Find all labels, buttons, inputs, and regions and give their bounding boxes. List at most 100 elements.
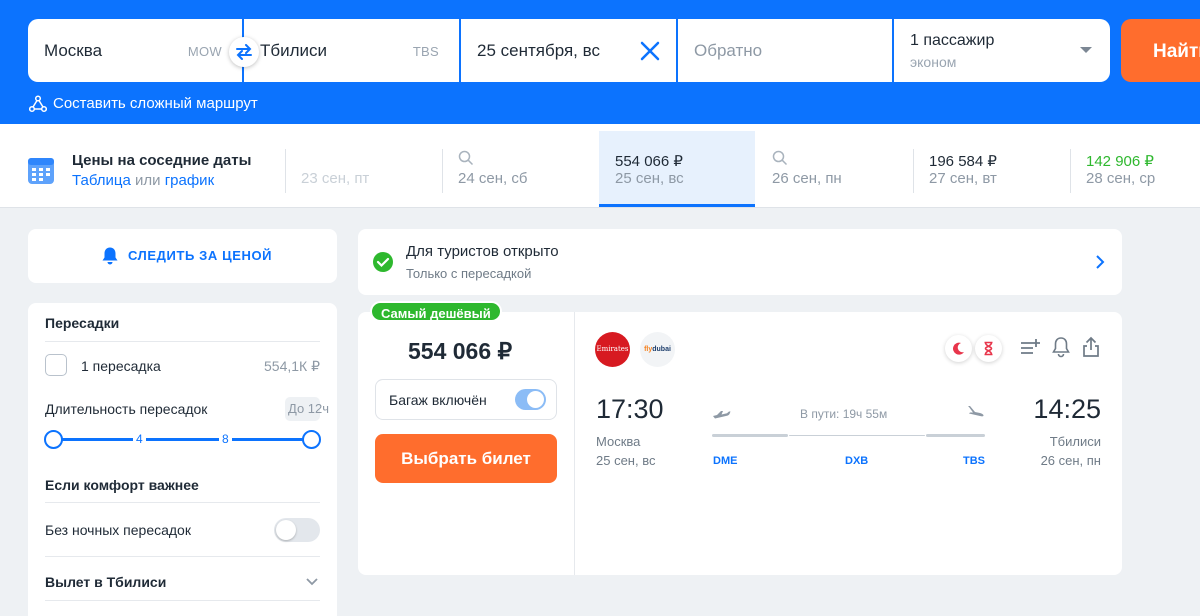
date-price: 142 906 ₽ xyxy=(1086,153,1154,170)
slider-tick-8: 8 xyxy=(219,432,232,446)
date-option-24[interactable]: 24 сен, сб xyxy=(442,131,598,207)
one-stop-label: 1 пересадка xyxy=(81,358,161,374)
cabin-class: эконом xyxy=(910,54,957,70)
toggle-knob xyxy=(276,520,296,540)
one-stop-price: 554,1К ₽ xyxy=(264,358,320,374)
divider xyxy=(442,149,443,193)
passengers-select[interactable]: 1 пассажир эконом xyxy=(894,19,1110,82)
find-button[interactable]: Найти xyxy=(1121,19,1200,82)
chart-link[interactable]: график xyxy=(165,172,214,189)
divider xyxy=(285,149,286,193)
arrival-airport-code[interactable]: TBS xyxy=(963,455,985,467)
departure-date-field[interactable]: 25 сентября, вс xyxy=(461,19,676,82)
ticket-price: 554 066 ₽ xyxy=(408,338,513,364)
stops-title: Пересадки xyxy=(45,315,120,331)
bell-icon[interactable] xyxy=(1051,336,1071,358)
add-to-list-icon[interactable] xyxy=(1020,336,1042,358)
arrival-time: 14:25 xyxy=(1033,394,1101,424)
passengers-count: 1 пассажир xyxy=(910,32,995,49)
departure-airport-code[interactable]: DME xyxy=(713,455,737,467)
date-label: 28 сен, ср xyxy=(1086,170,1156,187)
swap-button[interactable] xyxy=(229,37,259,67)
duration-value-chip: До 12ч xyxy=(285,397,329,421)
toggle-knob xyxy=(527,391,544,408)
no-night-stops-toggle[interactable] xyxy=(274,518,320,542)
divider xyxy=(1070,149,1071,193)
slider-tick-4: 4 xyxy=(133,432,146,446)
departure-filter-title[interactable]: Вылет в Тбилиси xyxy=(45,574,166,590)
travel-notice[interactable]: Для туристов открыто Только с пересадкой xyxy=(358,229,1122,295)
night-flight-badge xyxy=(945,335,972,362)
origin-iata: MOW xyxy=(187,44,222,59)
layover-airport-code[interactable]: DXB xyxy=(845,455,868,467)
return-date-placeholder: Обратно xyxy=(694,41,763,60)
follow-price-button[interactable]: СЛЕДИТЬ ЗА ЦЕНОЙ xyxy=(28,229,337,283)
cheapest-badge: Самый дешёвый xyxy=(370,301,502,322)
check-circle-icon xyxy=(373,252,393,272)
divider xyxy=(45,341,320,342)
notice-title: Для туристов открыто xyxy=(406,243,559,260)
date-price: 554 066 ₽ xyxy=(615,153,683,170)
follow-price-label: СЛЕДИТЬ ЗА ЦЕНОЙ xyxy=(128,248,273,263)
arrival-date: 26 сен, пн xyxy=(1040,453,1101,468)
departure-time: 17:30 xyxy=(596,394,664,424)
table-link[interactable]: Таблица xyxy=(72,172,131,189)
calendar-icon xyxy=(28,158,54,184)
chevron-right-icon xyxy=(1096,255,1105,269)
divider xyxy=(45,556,320,557)
duration-slider-max-handle[interactable] xyxy=(302,430,321,449)
flydubai-logo-part: dubai xyxy=(652,346,671,353)
divider xyxy=(574,312,575,575)
origin-field[interactable]: Москва MOW xyxy=(28,19,242,82)
comfort-title: Если комфорт важнее xyxy=(45,477,199,493)
date-price: 196 584 ₽ xyxy=(929,153,997,170)
or-text: или xyxy=(130,172,165,189)
clear-date-icon[interactable] xyxy=(638,39,662,63)
date-label: 24 сен, сб xyxy=(458,170,528,187)
nearby-dates-title: Цены на соседние даты xyxy=(72,152,252,169)
swap-arrows-icon xyxy=(236,44,252,60)
duration-label: Длительность пересадок xyxy=(45,401,208,417)
baggage-toggle[interactable] xyxy=(515,389,546,410)
ticket-card: 554 066 ₽ Багаж включён Выбрать билет Em… xyxy=(358,312,1122,575)
divider xyxy=(913,149,914,193)
hourglass-icon xyxy=(984,341,993,356)
landing-plane-icon xyxy=(968,406,984,417)
date-option-25[interactable]: 554 066 ₽ 25 сен, вс xyxy=(599,131,755,207)
nearby-dates-strip: Цены на соседние даты Таблица или график… xyxy=(0,124,1200,208)
destination-iata: TBS xyxy=(412,44,439,59)
duration-slider-track[interactable] xyxy=(53,438,312,441)
duration-slider-min-handle[interactable] xyxy=(44,430,63,449)
notice-subtitle: Только с пересадкой xyxy=(406,266,532,281)
date-label: 26 сен, пн xyxy=(772,170,842,187)
long-layover-badge xyxy=(975,335,1002,362)
return-date-field[interactable]: Обратно xyxy=(678,19,892,82)
active-date-indicator xyxy=(599,204,755,207)
date-option-26[interactable]: 26 сен, пн xyxy=(756,131,912,207)
divider xyxy=(45,502,320,503)
destination-field[interactable]: Тбилиси TBS xyxy=(244,19,459,82)
flight-segment-1 xyxy=(712,434,788,437)
emirates-logo: Emirates xyxy=(595,332,630,367)
search-header: Москва MOW Тбилиси TBS 25 сентября, вс О… xyxy=(0,0,1200,124)
one-stop-checkbox[interactable] xyxy=(45,354,67,376)
chevron-down-icon[interactable] xyxy=(305,577,319,587)
flight-duration: В пути: 19ч 55м xyxy=(800,407,888,421)
departure-city: Москва xyxy=(596,434,641,449)
baggage-option[interactable]: Багаж включён xyxy=(375,379,557,420)
date-option-27[interactable]: 196 584 ₽ 27 сен, вт xyxy=(913,131,1069,207)
search-icon xyxy=(772,150,788,166)
layover-line xyxy=(789,435,925,436)
date-option-28[interactable]: 142 906 ₽ 28 сен, ср xyxy=(1070,131,1200,207)
baggage-label: Багаж включён xyxy=(389,392,487,408)
chevron-down-icon xyxy=(1080,47,1092,53)
origin-city: Москва xyxy=(44,41,103,60)
share-icon[interactable] xyxy=(1081,336,1101,358)
departure-date: 25 сен, вс xyxy=(596,453,656,468)
flydubai-logo: flydubai xyxy=(640,332,675,367)
select-ticket-button[interactable]: Выбрать билет xyxy=(375,434,557,483)
search-icon xyxy=(458,150,474,166)
divider xyxy=(45,600,320,601)
no-night-stops-label: Без ночных пересадок xyxy=(45,522,191,538)
takeoff-plane-icon xyxy=(713,411,731,419)
